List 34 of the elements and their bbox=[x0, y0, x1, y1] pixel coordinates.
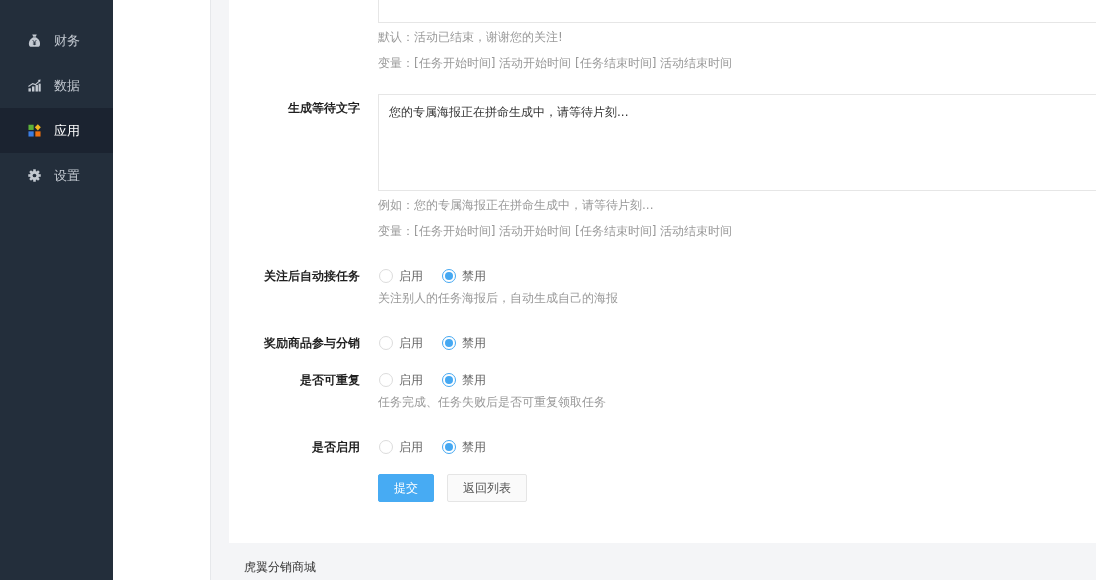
radio-button[interactable] bbox=[442, 269, 456, 283]
text-area[interactable]: 您的专属海报正在拼命生成中，请等待片刻... bbox=[378, 94, 1096, 191]
radio-button[interactable] bbox=[442, 373, 456, 387]
sidebar-item[interactable]: 数据 bbox=[0, 63, 113, 108]
help-text: 变量：[任务开始时间] 活动开始时间 [任务结束时间] 活动结束时间 bbox=[378, 223, 733, 239]
field-label: 奖励商品参与分销 bbox=[263, 335, 360, 352]
bar-chart-icon bbox=[28, 79, 41, 92]
sidebar-item[interactable]: 财务 bbox=[0, 18, 113, 63]
option-label: 启用 bbox=[399, 334, 423, 352]
settings-icon bbox=[28, 169, 41, 182]
option-label: 禁用 bbox=[462, 334, 486, 352]
help-text: 任务完成、任务失败后是否可重复领取任务 bbox=[378, 394, 606, 410]
help-text: 变量：[任务开始时间] 活动开始时间 [任务结束时间] 活动结束时间 bbox=[378, 55, 733, 71]
field-label: 是否启用 bbox=[311, 439, 360, 456]
radio-button[interactable] bbox=[442, 440, 456, 454]
field-label: 是否可重复 bbox=[299, 372, 360, 389]
back-button[interactable]: 返回列表 bbox=[447, 474, 527, 502]
option-label: 禁用 bbox=[462, 371, 486, 389]
option-label: 启用 bbox=[399, 267, 423, 285]
help-text: 默认：活动已结束，谢谢您的关注! bbox=[378, 29, 563, 45]
field-label: 关注后自动接任务 bbox=[263, 268, 360, 285]
apps-grid-icon bbox=[28, 124, 41, 137]
option-label: 启用 bbox=[399, 371, 423, 389]
footer-text: 虎翼分销商城 bbox=[243, 559, 317, 574]
option-label: 启用 bbox=[399, 438, 423, 456]
field-label: 生成等待文字 bbox=[287, 100, 360, 117]
help-text: 关注别人的任务海报后，自动生成自己的海报 bbox=[378, 290, 618, 306]
sidebar-item[interactable]: 设置 bbox=[0, 153, 113, 198]
option-label: 禁用 bbox=[462, 438, 486, 456]
radio-button[interactable] bbox=[442, 336, 456, 350]
option-label: 禁用 bbox=[462, 267, 486, 285]
money-bag-icon bbox=[28, 34, 41, 47]
help-text: 例如：您的专属海报正在拼命生成中，请等待片刻... bbox=[378, 197, 654, 213]
sidebar-item[interactable]: 应用 bbox=[0, 108, 113, 153]
